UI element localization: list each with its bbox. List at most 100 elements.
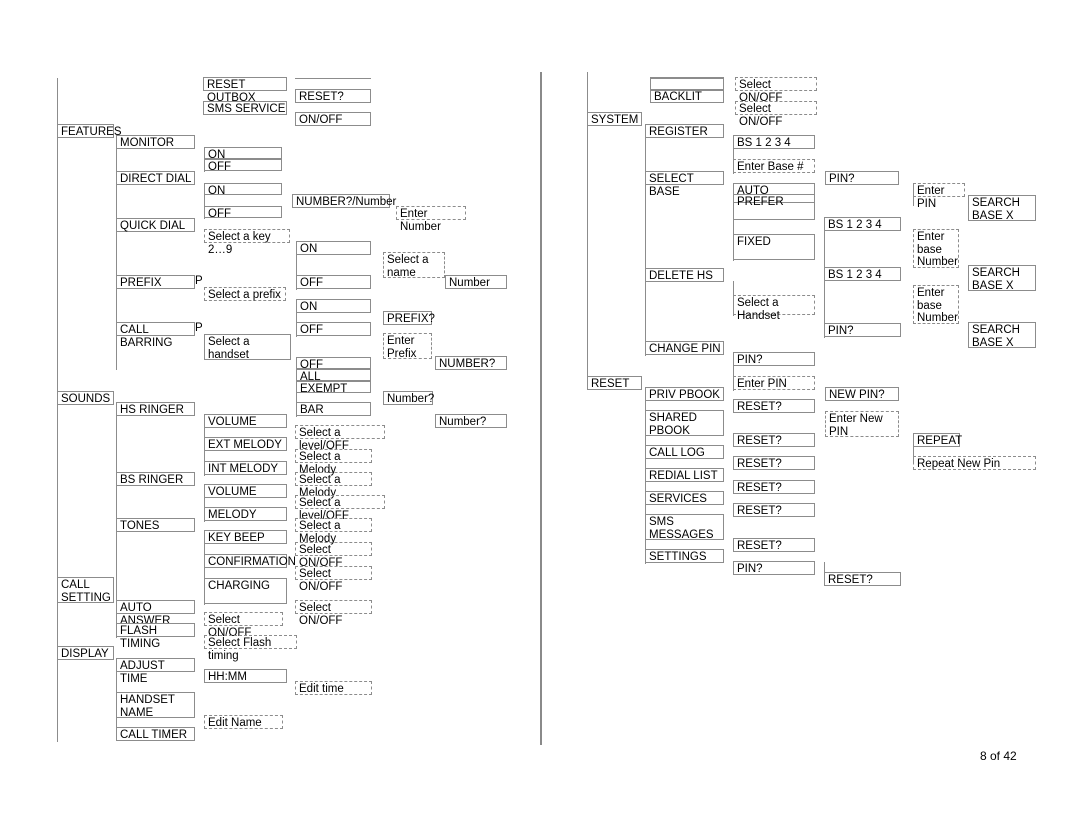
node-edit-time: Edit time [295, 681, 372, 695]
node-features: FEATURES [57, 124, 122, 138]
node-cb-off: OFF [296, 357, 371, 371]
node-charging: CHARGING [204, 578, 287, 604]
system-children-spine [645, 125, 646, 356]
node-sms-service: SMS SERVICE [203, 101, 287, 115]
node-enter-new-pin: Enter New PIN [825, 411, 899, 438]
node-select-handset-r: Select a Handset [733, 295, 815, 322]
node-bs-1234-a: BS 1 2 3 4 [733, 135, 815, 149]
node-select-flash: Select Flash timing [204, 635, 297, 662]
node-change-pin: CHANGE PIN [645, 341, 724, 355]
node-enter-base-num: Enter Base # [733, 159, 815, 173]
node-reset-q-r5: RESET? [733, 503, 815, 517]
node-select-handset-1: Select a handset [204, 334, 291, 361]
left-column-spine [57, 78, 58, 742]
node-call-log: CALL LOG [645, 445, 724, 459]
node-select-a-name: Select a name [383, 252, 445, 279]
node-select-onoff-4: Select ON/OFF [204, 612, 283, 639]
node-reset-q-1: RESET? [295, 89, 371, 103]
node-key-beep: KEY BEEP [204, 530, 287, 544]
node-hs-ringer: HS RINGER [116, 402, 195, 416]
node-monitor-off: OFF [204, 159, 282, 173]
node-fixed: FIXED [733, 234, 815, 260]
node-qd-number: Number [445, 275, 507, 289]
node-quick-dial: QUICK DIAL [116, 218, 195, 232]
node-enter-base-2: Enter base Number [913, 229, 959, 268]
node-bs-1234-c: BS 1 2 3 4 [824, 267, 901, 281]
node-cb-bar: BAR [296, 402, 371, 416]
node-select-level-2: Select a level/OFF [295, 495, 385, 522]
node-enter-prefix: Enter Prefix [383, 333, 432, 360]
node-auto-answer: AUTO ANSWER [116, 600, 195, 627]
node-select-key: Select a key 2…9 [204, 229, 290, 256]
node-confirmation: CONFIRMATION [204, 554, 296, 568]
node-repeat-new-pin: Repeat New Pin [913, 456, 1036, 470]
node-prefix: PREFIX [116, 275, 195, 289]
node-backlit: BACKLIT [650, 89, 724, 103]
node-reset-q-r7: RESET? [824, 572, 901, 586]
node-enter-base-3: Enter base Number [913, 285, 959, 324]
node-select-onoff-3: Select ON/OFF [295, 600, 372, 627]
page-number: 8 of 42 [980, 749, 1017, 763]
node-reset: RESET [587, 376, 642, 390]
node-bs-1234-b: BS 1 2 3 4 [824, 217, 901, 231]
node-adjust-time: ADJUST TIME [116, 658, 195, 685]
node-search-base-2: SEARCH BASE X [968, 265, 1036, 292]
node-monitor-on: ON [204, 147, 282, 161]
node-select-prefix: Select a prefix [204, 287, 286, 301]
node-delete-hs: DELETE HS [645, 268, 724, 282]
node-enter-pin-2: Enter PIN [733, 376, 815, 390]
node-services: SERVICES [645, 491, 724, 505]
node-call-setting: CALL SETTING [57, 577, 114, 604]
node-enter-number: Enter Number [396, 206, 466, 233]
node-sounds: SOUNDS [57, 391, 114, 405]
marker-prefix-p: P [195, 275, 203, 287]
node-system: SYSTEM [587, 112, 642, 126]
node-direct-dial: DIRECT DIAL [116, 171, 195, 185]
node-reset-q-r6: RESET? [733, 538, 815, 552]
node-select-melody-1: Select a Melody [295, 449, 372, 476]
node-call-barring: CALL BARRING [116, 322, 195, 349]
marker-call-barring-p: P [195, 322, 203, 334]
node-reset-q-r4: RESET? [733, 480, 815, 494]
node-pin-q-2: PIN? [824, 323, 901, 337]
node-select-onoff-r1: Select ON/OFF [735, 77, 817, 104]
node-qd-on: ON [296, 241, 371, 255]
node-redial-list: REDIAL LIST [645, 468, 724, 482]
node-call-timer: CALL TIMER [116, 727, 195, 741]
node-monitor: MONITOR [116, 135, 195, 149]
sounds-children-spine [116, 403, 117, 605]
node-ext-melody: EXT MELODY [204, 437, 287, 451]
node-pin-q-3: PIN? [733, 352, 815, 366]
node-int-melody: INT MELODY [204, 461, 287, 475]
node-priv-pbook: PRIV PBOOK [645, 387, 724, 401]
node-number-number: NUMBER?/Number [292, 194, 396, 208]
node-edit-name: Edit Name [204, 715, 283, 729]
node-register: REGISTER [645, 124, 724, 138]
node-search-base-3: SEARCH BASE X [968, 322, 1036, 349]
top-continuation-stub-left [295, 78, 371, 79]
node-on-off-1: ON/OFF [295, 112, 371, 126]
node-select-base: SELECT BASE [645, 171, 724, 198]
node-dd-off: OFF [204, 206, 282, 220]
node-cb-all: ALL [296, 369, 371, 383]
node-pin-q-4: PIN? [733, 561, 815, 575]
flowchart-page: RESET OUTBOX RESET? SMS SERVICE ON/OFF FEATU… [0, 0, 1080, 834]
node-reset-outbox: RESET OUTBOX [203, 77, 287, 104]
node-handset-name: HANDSET NAME [116, 692, 195, 719]
column-divider [540, 72, 542, 745]
node-select-melody-3: Select a Melody [295, 518, 372, 545]
node-tones: TONES [116, 518, 195, 532]
node-bs-volume: VOLUME [204, 484, 287, 498]
node-reset-q-r3: RESET? [733, 456, 815, 470]
node-pf-off: OFF [296, 322, 371, 336]
node-select-onoff-1: Select ON/OFF [295, 542, 372, 569]
node-select-level-1: Select a level/OFF [295, 425, 385, 452]
node-select-onoff-r2: Select ON/OFF [735, 101, 817, 128]
node-prefer: PREFER [733, 194, 815, 220]
node-enter-pin-1: Enter PIN [913, 183, 965, 210]
node-number-q-3: Number? [435, 414, 507, 428]
node-settings: SETTINGS [645, 549, 724, 563]
node-sms-messages: SMS MESSAGES [645, 514, 724, 541]
node-qd-off: OFF [296, 275, 371, 289]
node-number-q-2: Number? [383, 391, 434, 405]
